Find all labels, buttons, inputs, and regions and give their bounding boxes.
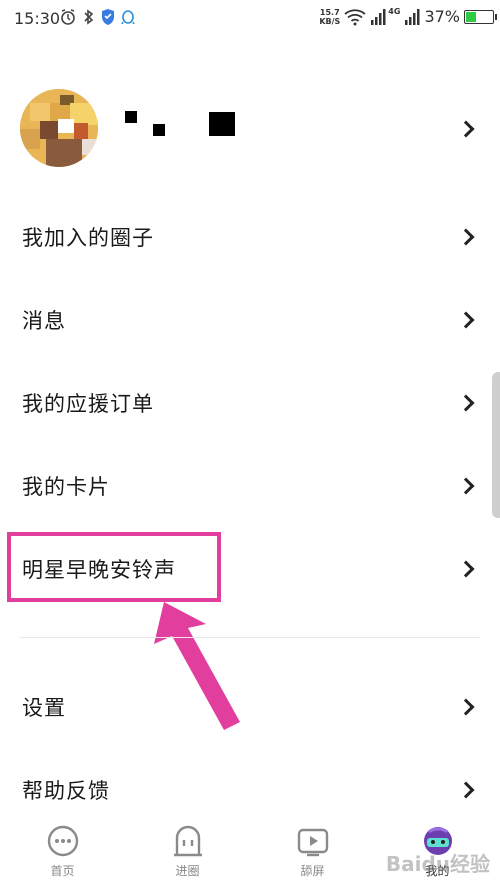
chevron-right-icon (457, 311, 475, 329)
battery-fill (466, 11, 477, 22)
menu-item-help-feedback[interactable]: 帮助反馈 (0, 755, 500, 825)
avatar-pixel (74, 123, 88, 139)
video-play-icon (297, 828, 328, 857)
menu-item-settings[interactable]: 设置 (0, 672, 500, 742)
menu-item-joined-circles[interactable]: 我加入的圈子 (0, 202, 500, 272)
edge-scroll-handle[interactable] (492, 372, 500, 518)
bluetooth-icon (84, 9, 94, 25)
battery-percent: 37% (424, 7, 460, 26)
chevron-right-icon (457, 560, 475, 578)
wifi-icon (344, 8, 366, 25)
tab-label: 舔屏 (300, 864, 325, 878)
avatar[interactable] (20, 89, 98, 167)
chevron-right-icon (457, 120, 475, 138)
menu-item-label: 帮助反馈 (22, 779, 110, 803)
status-bar: 15:30 15.7 KB/S 4G 37% (0, 0, 500, 36)
chat-bubble-icon (47, 825, 78, 857)
annotation-highlight-box (7, 532, 221, 602)
chevron-right-icon (457, 477, 475, 495)
tab-home[interactable]: 首页 (0, 816, 125, 889)
signal-icon (371, 8, 386, 25)
status-system-icons: 15.7 KB/S 4G 37% (319, 7, 497, 26)
chevron-right-icon (457, 228, 475, 246)
watermark: Baidu经验 (385, 852, 490, 876)
menu-item-messages[interactable]: 消息 (0, 285, 500, 355)
redaction-block (125, 111, 137, 123)
status-notification-icons (60, 8, 136, 26)
qq-icon (121, 10, 135, 25)
menu-item-label: 我的卡片 (22, 475, 110, 499)
menu-item-label: 我加入的圈子 (22, 226, 154, 250)
profile-row[interactable] (0, 84, 500, 174)
signal-icon-2 (405, 8, 420, 25)
avatar-pixel (40, 121, 58, 139)
tab-label: 进圈 (175, 864, 200, 878)
menu-item-label: 设置 (22, 696, 66, 720)
menu-item-label: 我的应援订单 (22, 392, 154, 416)
avatar-pixel (58, 119, 74, 133)
menu-item-support-orders[interactable]: 我的应援订单 (0, 368, 500, 438)
avatar-pixel (30, 103, 50, 121)
status-time: 15:30 (14, 9, 61, 28)
battery-icon (464, 9, 497, 24)
avatar-pixel (20, 129, 40, 149)
tab-enter-circle[interactable]: 进圈 (125, 816, 250, 889)
network-type-label: 4G (388, 7, 401, 16)
tab-label: 首页 (50, 864, 75, 878)
net-speed: 15.7 KB/S (319, 7, 341, 26)
username-redacted (125, 110, 245, 140)
alarm-icon (61, 9, 75, 25)
avatar-pixel (70, 103, 98, 125)
redaction-block (209, 112, 235, 136)
bottom-tab-bar: 首页 进圈 舔屏 我的 Baidu经验 (0, 816, 500, 889)
section-divider (20, 637, 480, 638)
chevron-right-icon (457, 781, 475, 799)
chevron-right-icon (457, 394, 475, 412)
menu-item-label: 消息 (22, 309, 66, 333)
redaction-block (153, 124, 165, 136)
menu-item-my-cards[interactable]: 我的卡片 (0, 451, 500, 521)
tab-lick-screen[interactable]: 舔屏 (250, 816, 375, 889)
avatar-pixel (82, 139, 96, 155)
avatar-pixel (46, 139, 82, 167)
door-icon (173, 825, 202, 857)
chevron-right-icon (457, 698, 475, 716)
shield-icon (102, 9, 114, 25)
